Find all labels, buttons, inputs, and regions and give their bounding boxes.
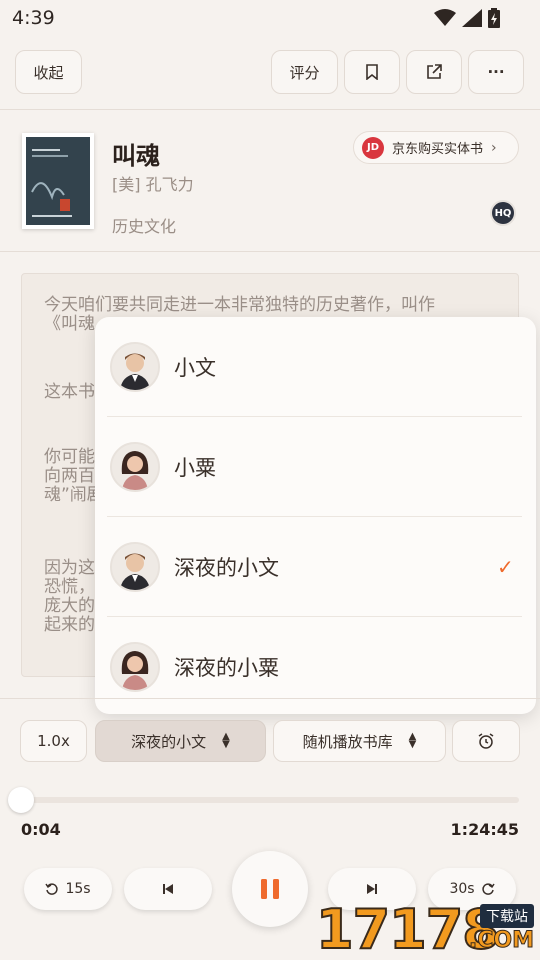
controls-divider: [0, 698, 540, 699]
jd-buy-label: 京东购买实体书: [392, 142, 484, 157]
book-author: [美] 孔飞力: [112, 175, 194, 194]
forward-icon: [481, 883, 495, 895]
rewind-label: 15s: [65, 881, 91, 897]
previous-button[interactable]: [124, 868, 212, 910]
sleep-timer-button[interactable]: [452, 720, 520, 762]
header-divider: [0, 109, 540, 110]
cover-art: [26, 137, 90, 225]
voice-option-late-night-xiaowen[interactable]: 深夜的小文 ✓: [95, 517, 536, 617]
status-bar: 4:39: [0, 0, 540, 38]
book-cover[interactable]: [22, 133, 94, 229]
speed-button[interactable]: 1.0x: [20, 720, 87, 762]
elapsed-time: 0:04: [21, 820, 61, 839]
sort-arrows-icon: ▲ ▼: [408, 731, 417, 750]
voice-select-label: 深夜的小文: [131, 732, 207, 751]
chevron-right-icon: ›: [491, 139, 497, 156]
status-icons: [434, 8, 500, 28]
progress-handle[interactable]: [8, 787, 34, 813]
voice-option-xiaowen[interactable]: 小文: [95, 317, 536, 417]
book-category[interactable]: 历史文化: [112, 213, 176, 237]
bookmark-button[interactable]: [344, 50, 400, 94]
book-title: 叫魂: [112, 142, 160, 170]
female-avatar: [110, 442, 160, 492]
skip-next-icon: [367, 884, 377, 894]
progress-bar[interactable]: [21, 797, 519, 803]
voice-option-label: 小粟: [174, 456, 216, 480]
voice-option-label: 深夜的小粟: [174, 656, 279, 680]
skip-previous-icon: [163, 884, 173, 894]
transcript-paragraph: 这本书: [44, 382, 95, 402]
bookmark-icon: [366, 64, 378, 80]
rate-button[interactable]: 评分: [271, 50, 338, 94]
status-time: 4:39: [12, 7, 55, 29]
voice-option-xiaoli[interactable]: 小粟: [95, 417, 536, 517]
voice-select[interactable]: 深夜的小文 ▲ ▼: [95, 720, 266, 762]
rewind-15s-button[interactable]: 15s: [24, 868, 112, 910]
male-avatar: [110, 342, 160, 392]
book-divider: [0, 251, 540, 252]
playlist-select[interactable]: 随机播放书库 ▲ ▼: [273, 720, 446, 762]
more-button[interactable]: ···: [468, 50, 524, 94]
share-icon: [427, 64, 442, 79]
signal-icon: [462, 9, 482, 27]
voice-option-late-night-xiaoli[interactable]: 深夜的小粟: [95, 617, 536, 717]
watermark-label: 下载站: [480, 904, 534, 928]
wifi-icon: [434, 9, 456, 26]
forward-label: 30s: [449, 881, 475, 897]
battery-icon: [488, 8, 500, 28]
site-watermark: 17178 下载站 .COM: [315, 897, 538, 960]
jd-buy-button[interactable]: JD 京东购买实体书 ›: [353, 131, 519, 164]
pause-icon: [261, 879, 279, 899]
male-avatar: [110, 542, 160, 592]
transcript-paragraph: 因为这 恐慌， 庞大的 起来的: [44, 558, 95, 635]
collapse-button[interactable]: 收起: [15, 50, 82, 94]
alarm-icon: [478, 733, 494, 749]
rewind-icon: [45, 883, 59, 895]
pause-button[interactable]: [232, 851, 308, 927]
playlist-select-label: 随机播放书库: [302, 732, 393, 751]
voice-option-label: 小文: [174, 356, 216, 380]
total-duration: 1:24:45: [450, 820, 519, 839]
voice-dropdown-menu[interactable]: 小文 小粟 深夜的小文 ✓ 深夜的小粟: [95, 317, 536, 714]
hq-badge[interactable]: HQ: [490, 200, 516, 226]
checkmark-icon: ✓: [497, 555, 514, 579]
watermark-domain: .COM: [468, 928, 534, 954]
voice-option-label: 深夜的小文: [174, 556, 279, 580]
sort-arrows-icon: ▲ ▼: [222, 731, 230, 750]
share-button[interactable]: [406, 50, 462, 94]
female-avatar: [110, 642, 160, 692]
jd-logo-icon: JD: [362, 136, 384, 159]
